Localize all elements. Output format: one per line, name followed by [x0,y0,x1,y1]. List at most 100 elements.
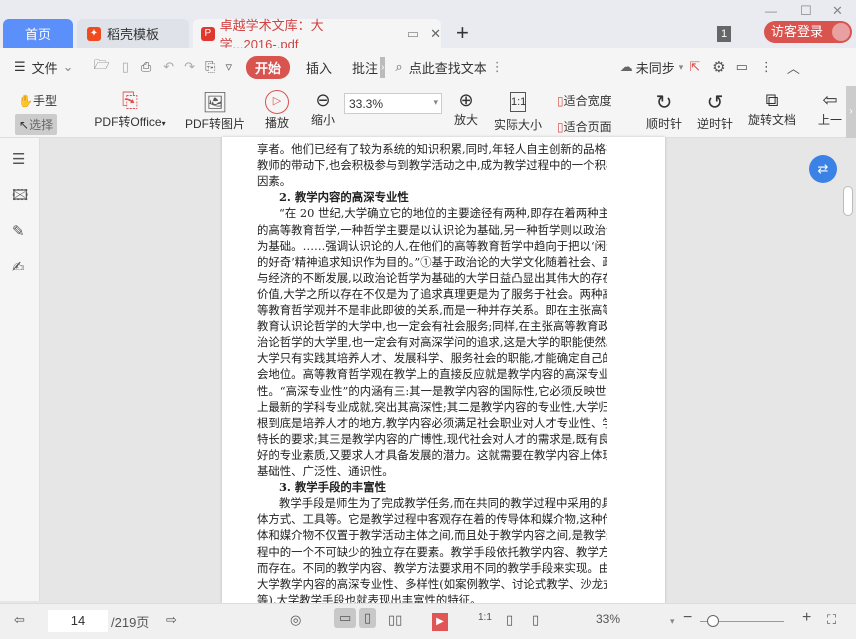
text-line: 特长的要求;其三是教学内容的广博性,现代社会对人才的需求是,既有良 [257,431,607,446]
zoom-in-button[interactable]: + [802,609,811,627]
fullscreen-icon[interactable]: ⛶ [827,612,836,628]
minimize-button[interactable]: — [765,4,777,18]
zoom-in-button[interactable]: ⊕ 放大 [452,90,480,128]
open-icon[interactable]: 🗁 [94,56,110,78]
chevron-down-icon[interactable]: ▾ [679,62,684,73]
single-page-icon[interactable]: ▯ [359,608,377,628]
more-dropdown-icon[interactable]: ▿ [225,59,232,75]
convert-float-button[interactable]: ⇄ [809,155,837,183]
actual-size-button[interactable]: 1:1 实际大小 [492,90,544,133]
hand-tool[interactable]: ✋手型 [18,92,57,109]
rotate-cw-button[interactable]: ↻ 顺时针 [644,90,684,132]
chevron-down-icon[interactable]: ⌄ [63,59,74,75]
label: 选择 [29,118,54,132]
rotate-document-button[interactable]: ⧉ 旋转文档 [746,90,798,128]
chevron-down-icon[interactable]: ▾ [670,616,675,627]
gear-icon[interactable]: ⚙ [712,58,725,76]
more-icon[interactable]: ⋮ [491,59,504,75]
rotate-cw-icon: ↻ [655,92,673,114]
tab-template[interactable]: ✦ 稻壳模板 [77,19,189,48]
file-menu[interactable]: 文件 [32,58,58,77]
text-line: 体和媒介物不仅置于教学活动主体之间,而且处于教学内容之间,是教学过 [257,528,607,543]
select-tool[interactable]: ↖选择 [15,114,58,135]
zoom-select[interactable]: 33.3% ▾ [344,93,442,114]
tab-label: 稻壳模板 [107,27,160,42]
label: 放大 [453,113,478,127]
rotate-ccw-button[interactable]: ↺ 逆时针 [695,90,735,132]
close-button[interactable]: ✕ [832,3,843,19]
text-line: 等),大学教学手段也就表现出丰富性的特征。 [257,592,482,603]
window-count-badge[interactable]: 1 [717,26,731,42]
text-line: 基础性、广泛性、通识性。 [257,464,394,478]
search-input[interactable]: 点此查找文本 [409,58,487,77]
zoom-level[interactable]: 33% [596,612,620,626]
signature-icon[interactable]: ✍ [12,258,25,276]
label: 适合宽度 [563,94,612,108]
ribbon-scroll-right[interactable]: › [846,86,856,138]
text-line: 教师的带动下,也会积极参与到教学活动之中,成为教学过程中的一个积极 [257,158,607,173]
rotate-ccw-icon: ↺ [706,92,724,114]
label: 上一 [817,113,842,127]
eye-protection-icon[interactable]: ◎ [290,612,301,628]
label: 逆时针 [696,117,733,131]
redo-icon[interactable]: ↷ [184,59,195,75]
pdf-to-office-button[interactable]: ⎘ PDF转Office▾ [92,90,168,130]
comment-icon[interactable]: ▭ [736,59,748,75]
page-total: /219页 [111,615,150,630]
tab-label: 首页 [24,27,51,42]
login-button[interactable]: 访客登录 [764,21,852,43]
outline-icon[interactable]: ☰ [12,150,25,168]
print-icon[interactable]: ⎙ [141,59,151,75]
label: PDF转图片 [184,117,245,131]
fit-width-icon: ▯ [557,94,564,108]
image-icon: 🖼 [202,92,228,114]
tab-annotate[interactable]: 批注 [352,58,378,77]
label: 顺时针 [645,117,682,131]
save-icon[interactable]: ▯ [122,59,129,75]
tab-home[interactable]: 首页 [3,19,73,48]
text-line: 大学只有实践其培养人才、发展科学、服务社会的职能,才能确定自己的社 [257,351,607,366]
text-line: 程中的一个不可缺少的独立存在要素。教学手段依托教学内容、教学方法 [257,544,607,559]
actual-size-icon[interactable]: 1:1 [478,612,492,623]
share-icon[interactable]: ⇱ [689,59,700,75]
close-tab-icon[interactable]: ✕ [430,26,441,42]
sync-status[interactable]: 未同步 [636,58,675,77]
actual-size-icon: 1:1 [510,92,526,112]
text-line: 好的专业素质,又要求人才具备发展的潜力。这就需要在教学内容上体现 [257,447,607,462]
undo-icon[interactable]: ↶ [163,59,174,75]
new-tab-button[interactable]: + [456,20,469,46]
fit-page-button[interactable]: ▯适合页面 [557,118,612,135]
zoom-out-button[interactable]: ⊖ 缩小 [308,90,338,128]
thumbnail-icon[interactable]: 🖾 [12,185,28,210]
prev-page-button[interactable]: ⇦ 上一 [816,90,844,128]
annotation-icon[interactable]: ✎ [12,222,25,240]
text-line: 性。“高深专业性”的内涵有三:其一是教学内容的国际性,它必须反映世界 [257,383,607,398]
tab-document[interactable]: P 卓越学术文库：大学...2016-.pdf ▭ ✕ [193,18,441,52]
pin-icon[interactable]: ▭ [407,26,419,42]
scroll-right-icon[interactable]: › [380,56,386,78]
play-icon[interactable]: ▶ [432,613,448,631]
zoom-out-button[interactable]: − [683,609,692,627]
next-page-icon[interactable]: ⇨ [166,612,177,628]
page-number-input[interactable]: 14 [48,610,108,632]
maximize-button[interactable]: ☐ [800,3,812,19]
fit-page-icon[interactable]: ▯ [506,612,513,628]
tab-insert[interactable]: 插入 [306,58,332,77]
fit-width-button[interactable]: ▯适合宽度 [557,92,612,109]
menu-icon[interactable]: ☰ [14,59,26,75]
cursor-icon: ↖ [19,118,30,132]
prev-page-icon[interactable]: ⇦ [14,612,25,628]
vertical-scrollbar[interactable] [843,186,853,216]
pdf-to-image-button[interactable]: 🖼 PDF转图片 [184,90,246,132]
more-vertical-icon[interactable]: ⋮ [760,59,773,75]
tab-start[interactable]: 开始 [246,55,291,79]
export-icon[interactable]: ⎘ [205,59,215,75]
play-button[interactable]: ▷ 播放 [262,90,292,131]
fit-width-icon[interactable]: ▯ [532,612,539,628]
zoom-slider-handle[interactable] [707,615,719,627]
label: 旋转文档 [747,113,796,127]
single-page-scroll-icon[interactable]: ▭ [334,608,357,628]
collapse-icon[interactable]: ︿ [787,58,800,77]
double-page-icon[interactable]: ▯▯ [388,612,402,628]
play-icon: ▷ [265,90,289,114]
